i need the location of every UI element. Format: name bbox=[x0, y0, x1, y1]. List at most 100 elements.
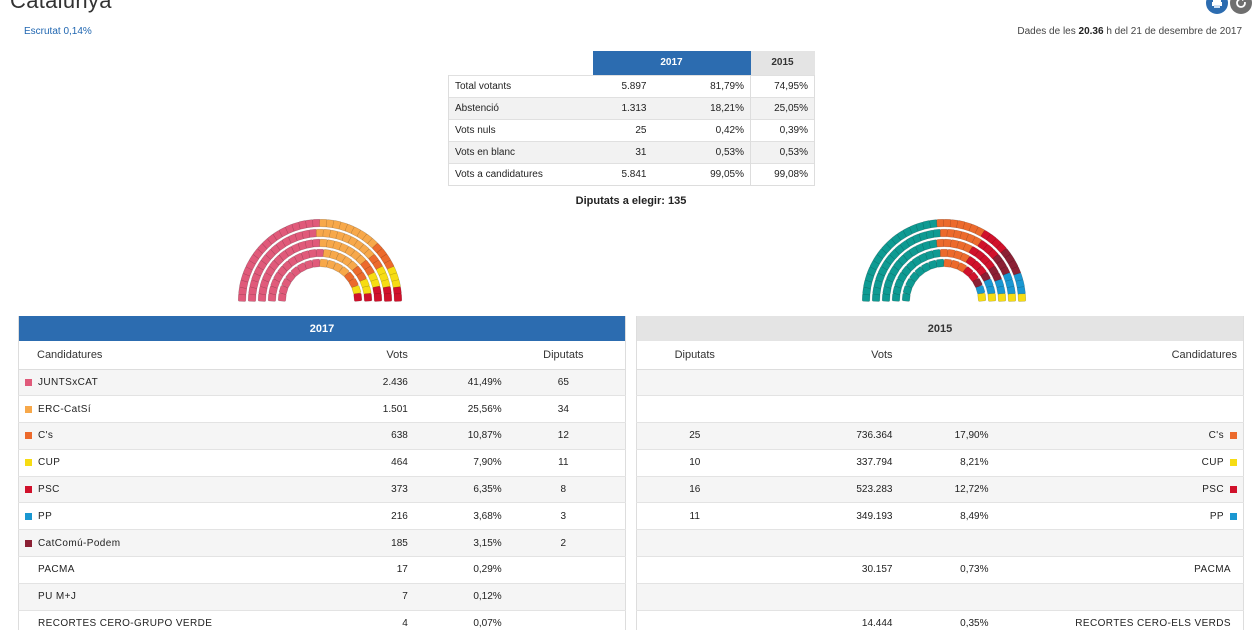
refresh-icon[interactable] bbox=[1230, 0, 1252, 14]
party-votes: 464 bbox=[258, 449, 408, 477]
col-header-votes: Vots bbox=[752, 341, 893, 370]
party-pct bbox=[892, 583, 989, 611]
summary-pct-2015: 0,39% bbox=[750, 118, 815, 141]
party-name: RECORTES CERO-GRUPO VERDE bbox=[38, 618, 213, 630]
party-pct: 0,12% bbox=[407, 583, 502, 611]
date-time: 20.36 bbox=[1078, 26, 1104, 37]
seat-cup bbox=[1017, 293, 1027, 302]
party-pct: 0,07% bbox=[407, 610, 502, 630]
party-votes: 4 bbox=[258, 610, 408, 630]
party-cell: PSC bbox=[988, 476, 1244, 504]
party-color-swatch bbox=[1230, 485, 1237, 493]
party-cell bbox=[988, 369, 1244, 397]
seat-psc bbox=[393, 293, 403, 302]
party-votes: 1.501 bbox=[258, 395, 408, 424]
party-seats bbox=[501, 583, 626, 611]
party-seats bbox=[501, 556, 626, 584]
party-pct bbox=[892, 395, 989, 424]
party-name: PACMA bbox=[1194, 564, 1231, 576]
party-color-swatch bbox=[1230, 432, 1237, 440]
table-row bbox=[636, 395, 1244, 424]
summary-header-2017: 2017 bbox=[592, 51, 751, 75]
party-seats: 25 bbox=[636, 422, 753, 450]
summary-row: Vots en blanc 31 0,53% 0,53% bbox=[448, 140, 815, 163]
party-pct: 41,49% bbox=[407, 369, 502, 397]
page-title: Catalunya bbox=[10, 0, 112, 13]
party-cell: PSC bbox=[18, 476, 259, 504]
table-row bbox=[636, 583, 1244, 611]
party-votes bbox=[752, 583, 893, 611]
party-name: JUNTSxCAT bbox=[38, 376, 99, 388]
party-cell: CUP bbox=[988, 449, 1244, 477]
party-seats bbox=[636, 395, 753, 424]
party-color-swatch bbox=[25, 620, 32, 627]
party-seats bbox=[636, 583, 753, 611]
summary-pct-2017: 99,05% bbox=[652, 162, 751, 186]
hemicycle-2015 bbox=[861, 218, 1027, 302]
table-row: 25 736.364 17,90% C's bbox=[636, 422, 1244, 450]
party-pct bbox=[892, 369, 989, 397]
summary-pct-2017: 18,21% bbox=[652, 96, 751, 119]
party-color-swatch bbox=[25, 539, 32, 547]
col-header-seats: Diputats bbox=[636, 341, 753, 370]
party-cell bbox=[988, 395, 1244, 424]
party-cell: PP bbox=[988, 502, 1244, 531]
party-votes bbox=[752, 395, 893, 424]
col-header-seats: Diputats bbox=[501, 341, 626, 370]
summary-header-blank bbox=[449, 51, 593, 75]
party-cell bbox=[988, 583, 1244, 611]
summary-value-2017: 5.841 bbox=[592, 162, 653, 186]
party-seats bbox=[636, 529, 753, 558]
party-votes: 349.193 bbox=[752, 502, 893, 531]
party-seats: 8 bbox=[501, 476, 626, 504]
table-row: PU M+J 7 0,12% bbox=[18, 583, 626, 611]
col-header-candidatures: Candidatures bbox=[18, 341, 259, 370]
party-votes: 7 bbox=[258, 583, 408, 611]
summary-pct-2017: 81,79% bbox=[652, 74, 751, 97]
party-votes: 14.444 bbox=[752, 610, 893, 630]
party-pct: 0,73% bbox=[892, 556, 989, 584]
hemicycle-2017 bbox=[237, 218, 403, 302]
table-row: 10 337.794 8,21% CUP bbox=[636, 449, 1244, 477]
summary-row: Total votants 5.897 81,79% 74,95% bbox=[448, 74, 815, 97]
party-name: PP bbox=[1209, 510, 1224, 522]
party-votes: 17 bbox=[258, 556, 408, 584]
results-band-2015: 2015 bbox=[636, 316, 1244, 341]
party-pct: 17,90% bbox=[892, 422, 989, 450]
seat-cup bbox=[977, 293, 987, 302]
party-name: CatComú-Podem bbox=[38, 537, 121, 549]
table-row: 16 523.283 12,72% PSC bbox=[636, 476, 1244, 504]
table-row: PP 216 3,68% 3 bbox=[18, 502, 626, 531]
summary-row: Vots a candidatures 5.841 99,05% 99,08% bbox=[448, 162, 815, 186]
party-cell: PP bbox=[18, 502, 259, 531]
party-pct: 10,87% bbox=[407, 422, 502, 450]
col-header-pct bbox=[407, 341, 502, 370]
table-row: RECORTES CERO-GRUPO VERDE 4 0,07% bbox=[18, 610, 626, 630]
summary-value-2017: 31 bbox=[592, 140, 653, 163]
party-color-swatch bbox=[25, 459, 32, 467]
table-row: PACMA 17 0,29% bbox=[18, 556, 626, 584]
party-name: C's bbox=[38, 430, 54, 442]
party-cell: PACMA bbox=[988, 556, 1244, 584]
party-votes bbox=[752, 369, 893, 397]
party-seats: 34 bbox=[501, 395, 626, 424]
party-votes: 523.283 bbox=[752, 476, 893, 504]
results-band-2017: 2017 bbox=[18, 316, 626, 341]
table-row: CatComú-Podem 185 3,15% 2 bbox=[18, 529, 626, 558]
summary-row: Vots nuls 25 0,42% 0,39% bbox=[448, 118, 815, 141]
party-color-swatch bbox=[25, 432, 32, 440]
table-row: JUNTSxCAT 2.436 41,49% 65 bbox=[18, 369, 626, 397]
party-name: PACMA bbox=[38, 564, 75, 576]
party-cell: CUP bbox=[18, 449, 259, 477]
seat-juntsxcat bbox=[315, 248, 325, 258]
party-votes: 638 bbox=[258, 422, 408, 450]
party-pct: 0,35% bbox=[892, 610, 989, 630]
print-icon[interactable] bbox=[1206, 0, 1228, 14]
col-header-votes: Vots bbox=[258, 341, 408, 370]
seat-psc bbox=[353, 293, 363, 302]
party-color-swatch bbox=[25, 405, 32, 413]
data-timestamp: Dades de les 20.36 h del 21 de desembre … bbox=[1017, 26, 1242, 37]
party-seats bbox=[501, 610, 626, 630]
summary-value-2017: 1.313 bbox=[592, 96, 653, 119]
party-color-swatch bbox=[25, 593, 32, 600]
